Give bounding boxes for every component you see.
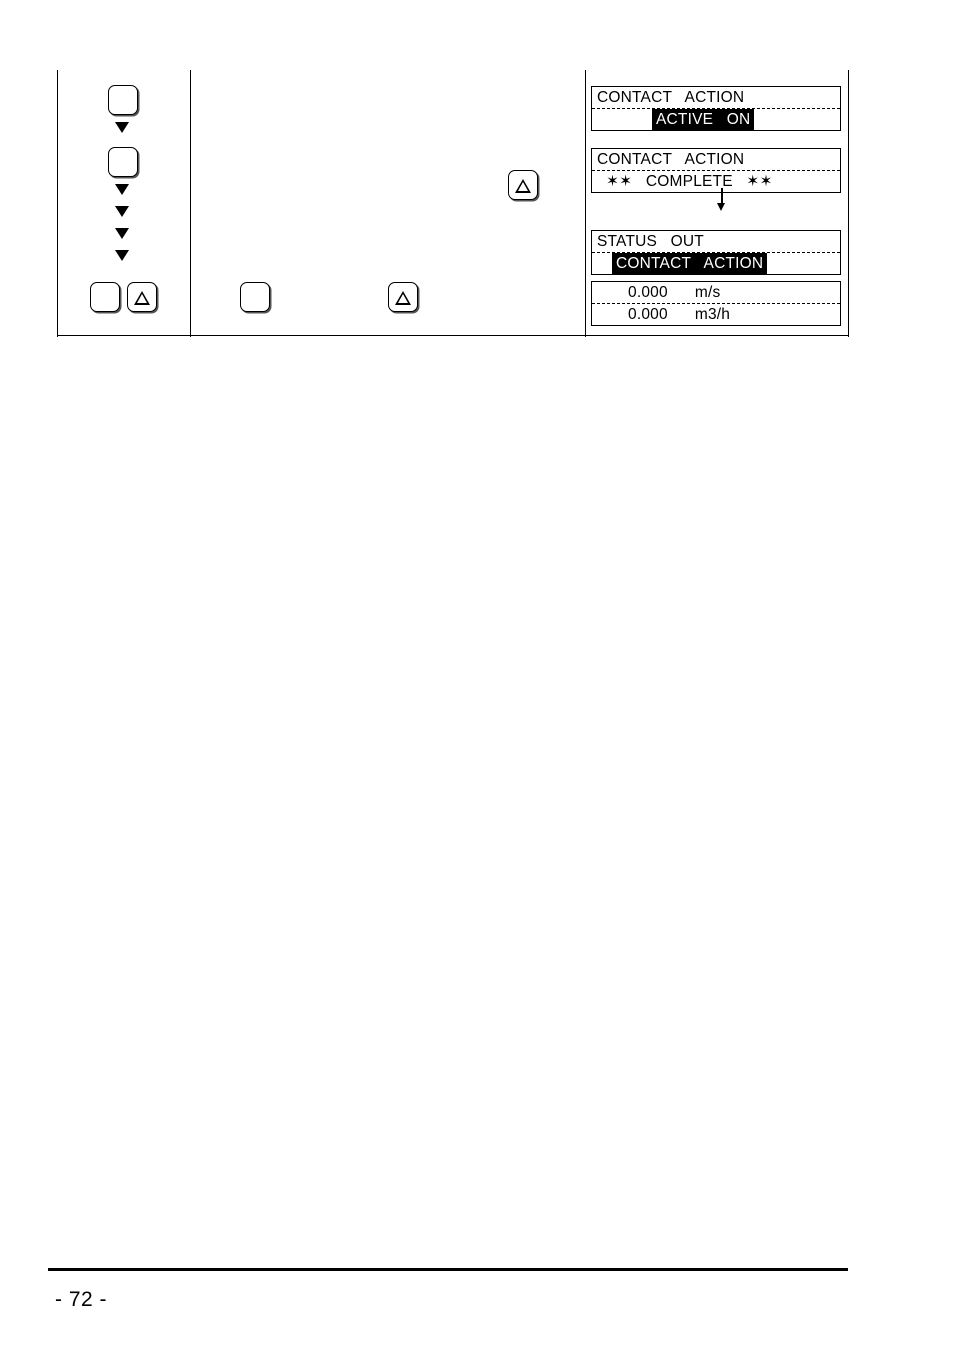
lcd-line-value: ACTIVE ON <box>592 109 840 130</box>
lcd-text: ✶✶ COMPLETE ✶✶ <box>606 173 773 190</box>
triangle-up-icon <box>515 178 531 193</box>
table-divider-key <box>190 70 191 337</box>
lcd-line-velocity: 0.000 m/s <box>592 282 840 304</box>
lcd-contact-action-complete: CONTACT ACTION ✶✶ COMPLETE ✶✶ <box>591 148 841 193</box>
lcd-text-highlighted: CONTACT ACTION <box>612 253 768 274</box>
lcd-text-highlighted: ACTIVE ON <box>652 109 755 130</box>
table-border-right <box>848 70 849 337</box>
flow-arrow-2 <box>115 184 129 195</box>
key-triangle-up-1[interactable] <box>127 282 157 312</box>
triangle-up-icon <box>395 290 411 305</box>
key-blank-3[interactable] <box>90 282 120 312</box>
flow-arrow-3 <box>115 206 129 217</box>
lcd-line-title: CONTACT ACTION <box>592 149 840 171</box>
lcd-text: 0.000 m/s <box>628 284 721 301</box>
lcd-status-out: STATUS OUT CONTACT ACTION <box>591 230 841 275</box>
transition-arrow-down-icon <box>715 188 729 212</box>
lcd-contact-action-active: CONTACT ACTION ACTIVE ON <box>591 86 841 131</box>
flow-arrow-4 <box>115 228 129 239</box>
lcd-text: CONTACT ACTION <box>597 89 745 106</box>
lcd-text: CONTACT ACTION <box>597 151 745 168</box>
key-blank-1[interactable] <box>108 85 138 115</box>
key-triangle-up-3[interactable] <box>388 282 418 312</box>
lcd-measurement: 0.000 m/s 0.000 m3/h <box>591 281 841 326</box>
key-blank-4[interactable] <box>240 282 270 312</box>
triangle-up-icon <box>134 290 150 305</box>
lcd-line-title: CONTACT ACTION <box>592 87 840 109</box>
lcd-line-value: CONTACT ACTION <box>592 253 840 274</box>
table-border-left <box>57 70 58 337</box>
arrow-head <box>717 203 726 211</box>
flow-arrow-1 <box>115 122 129 133</box>
page-number: - 72 - <box>55 1288 108 1311</box>
lcd-text: 0.000 m3/h <box>628 306 731 323</box>
footer-rule <box>48 1268 848 1271</box>
lcd-text: STATUS OUT <box>597 233 704 250</box>
lcd-line-flowrate: 0.000 m3/h <box>592 304 840 325</box>
key-blank-2[interactable] <box>108 147 138 177</box>
lcd-line-title: STATUS OUT <box>592 231 840 253</box>
table-border-bottom <box>57 335 848 336</box>
table-divider-display <box>585 70 586 337</box>
flow-arrow-5 <box>115 250 129 261</box>
key-triangle-up-2[interactable] <box>508 170 538 200</box>
